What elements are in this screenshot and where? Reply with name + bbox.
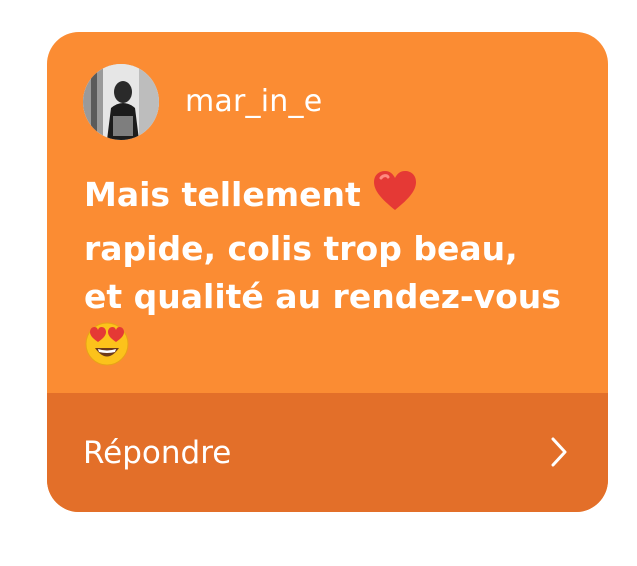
reply-label: Répondre bbox=[83, 435, 232, 471]
message-line-3: et qualité au rendez-vous bbox=[84, 277, 561, 316]
heart-emoji bbox=[372, 170, 418, 225]
story-reply-card: mar_in_e Mais tellement rapide, colis tr… bbox=[47, 32, 608, 512]
avatar-photo bbox=[83, 64, 159, 140]
username[interactable]: mar_in_e bbox=[185, 84, 322, 120]
message-line-2: rapide, colis trop beau, bbox=[84, 229, 518, 268]
chevron-right-icon bbox=[550, 437, 568, 471]
message-line-4 bbox=[84, 321, 594, 380]
heart-eyes-emoji bbox=[84, 321, 130, 380]
message-line-1: Mais tellement bbox=[84, 170, 594, 225]
avatar[interactable] bbox=[83, 64, 159, 140]
reply-button[interactable]: Répondre bbox=[47, 393, 608, 512]
reply-message: Mais tellement rapide, colis trop beau, … bbox=[84, 170, 594, 380]
card-header: mar_in_e bbox=[47, 32, 608, 172]
